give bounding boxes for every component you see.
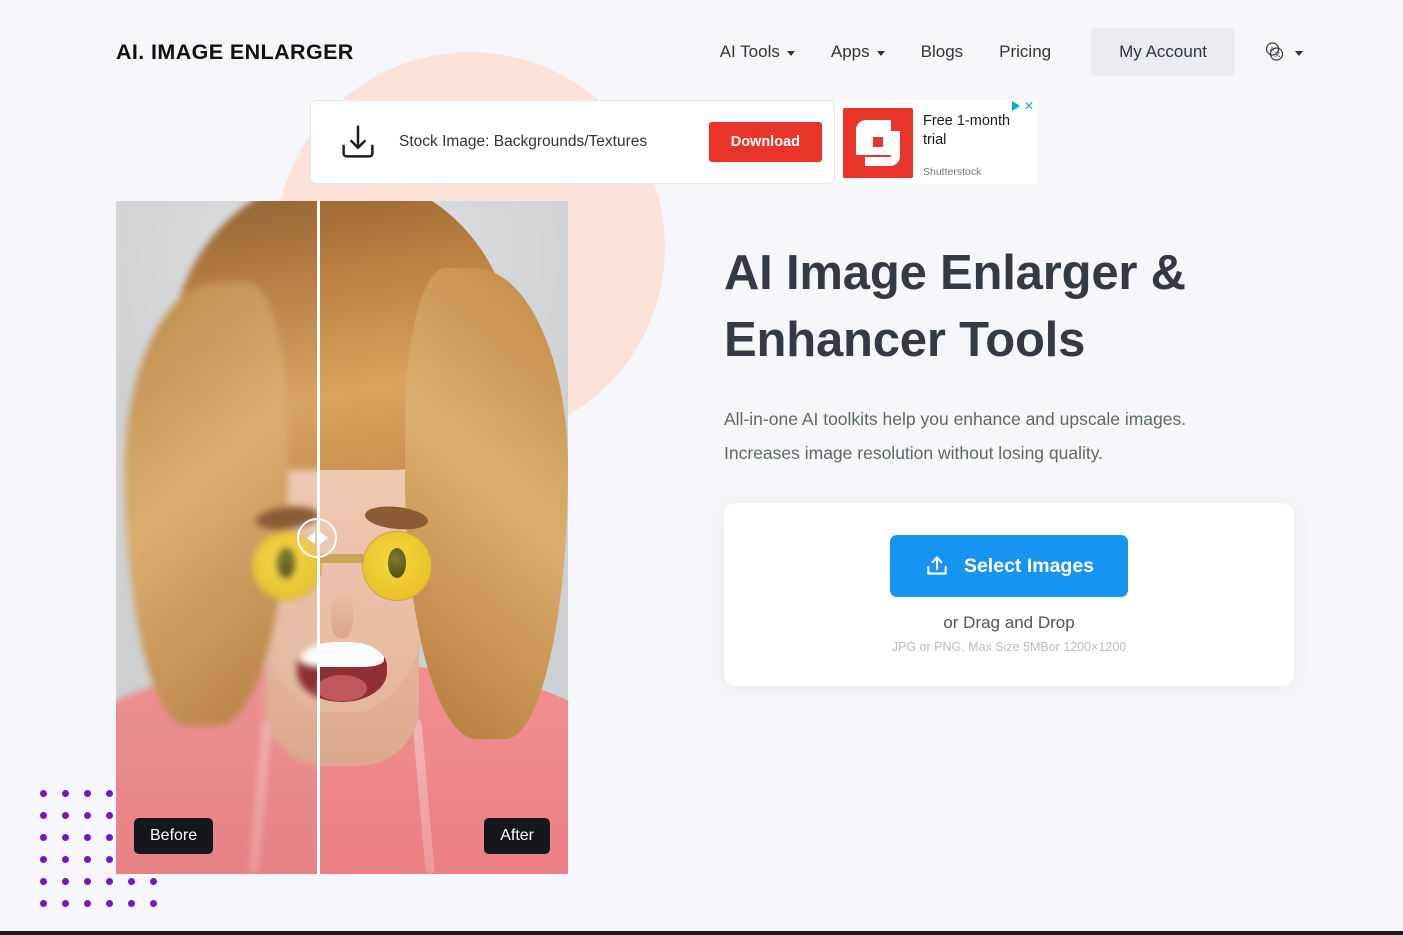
svg-text:文: 文 [1274, 51, 1280, 59]
nav-item-apps[interactable]: Apps [813, 32, 903, 72]
chevron-down-icon [877, 51, 885, 56]
nav-label-blogs: Blogs [921, 42, 964, 62]
nav-item-blogs[interactable]: Blogs [903, 32, 982, 72]
my-account-button[interactable]: My Account [1091, 28, 1235, 76]
nav-label-apps: Apps [831, 42, 870, 62]
page-root: AI. IMAGE ENLARGER AI Tools Apps Blogs P… [0, 0, 1403, 935]
shutterstock-logo-icon [843, 108, 913, 178]
upload-card[interactable]: Select Images or Drag and Drop JPG or PN… [724, 503, 1294, 686]
site-logo[interactable]: AI. IMAGE ENLARGER [116, 40, 354, 65]
ad-shutterstock-panel[interactable]: Free 1-month trial Shutterstock ✕ [835, 100, 1037, 184]
nav-label-pricing: Pricing [999, 42, 1051, 62]
ad-copy: Free 1-month trial Shutterstock [923, 108, 1015, 178]
hero-text-block: AI Image Enlarger & Enhancer Tools All-i… [724, 240, 1304, 470]
ad-download-button[interactable]: Download [709, 122, 822, 162]
site-header: AI. IMAGE ENLARGER AI Tools Apps Blogs P… [0, 0, 1403, 104]
ad-promo-panel[interactable]: Stock Image: Backgrounds/Textures Downlo… [310, 100, 835, 184]
page-title: AI Image Enlarger & Enhancer Tools [724, 240, 1304, 374]
page-subtitle-line-2: Increases image resolution without losin… [724, 443, 1103, 463]
language-globe-icon: A 文 [1263, 40, 1287, 64]
ad-headline: Free 1-month trial [923, 112, 1015, 150]
language-switcher[interactable]: A 文 [1263, 40, 1303, 64]
advertisement-banner: Stock Image: Backgrounds/Textures Downlo… [310, 100, 1037, 184]
page-title-line-2: Enhancer Tools [724, 313, 1085, 367]
before-label: Before [134, 818, 213, 854]
upload-icon [924, 553, 950, 579]
chevron-down-icon [787, 51, 795, 56]
download-icon [335, 119, 381, 165]
nav-item-pricing[interactable]: Pricing [981, 32, 1069, 72]
page-title-line-1: AI Image Enlarger & [724, 246, 1186, 300]
nav-item-ai-tools[interactable]: AI Tools [710, 32, 813, 72]
after-label: After [484, 818, 550, 854]
ad-controls: ✕ [1012, 101, 1034, 111]
page-subtitle: All-in-one AI toolkits help you enhance … [724, 402, 1304, 470]
page-bottom-edge [0, 931, 1403, 935]
select-images-button[interactable]: Select Images [890, 535, 1128, 597]
ad-brand-name: Shutterstock [923, 166, 1015, 178]
arrow-right-icon [320, 532, 328, 544]
nav-label-ai-tools: AI Tools [720, 42, 780, 62]
select-images-label: Select Images [964, 555, 1094, 578]
arrow-left-icon [307, 532, 315, 544]
drag-and-drop-text: or Drag and Drop [943, 613, 1074, 633]
ad-promo-text: Stock Image: Backgrounds/Textures [399, 133, 691, 151]
close-icon[interactable]: ✕ [1024, 101, 1034, 111]
chevron-down-icon [1295, 51, 1303, 56]
upload-format-hint: JPG or PNG. Max Size 5MBor 1200×1200 [892, 640, 1127, 654]
before-after-comparison[interactable]: Before After [116, 201, 568, 874]
main-navigation: AI Tools Apps Blogs Pricing My Account A… [710, 28, 1303, 76]
page-subtitle-line-1: All-in-one AI toolkits help you enhance … [724, 409, 1186, 429]
slider-handle-icon[interactable] [297, 518, 337, 558]
adchoices-icon[interactable] [1012, 101, 1020, 111]
